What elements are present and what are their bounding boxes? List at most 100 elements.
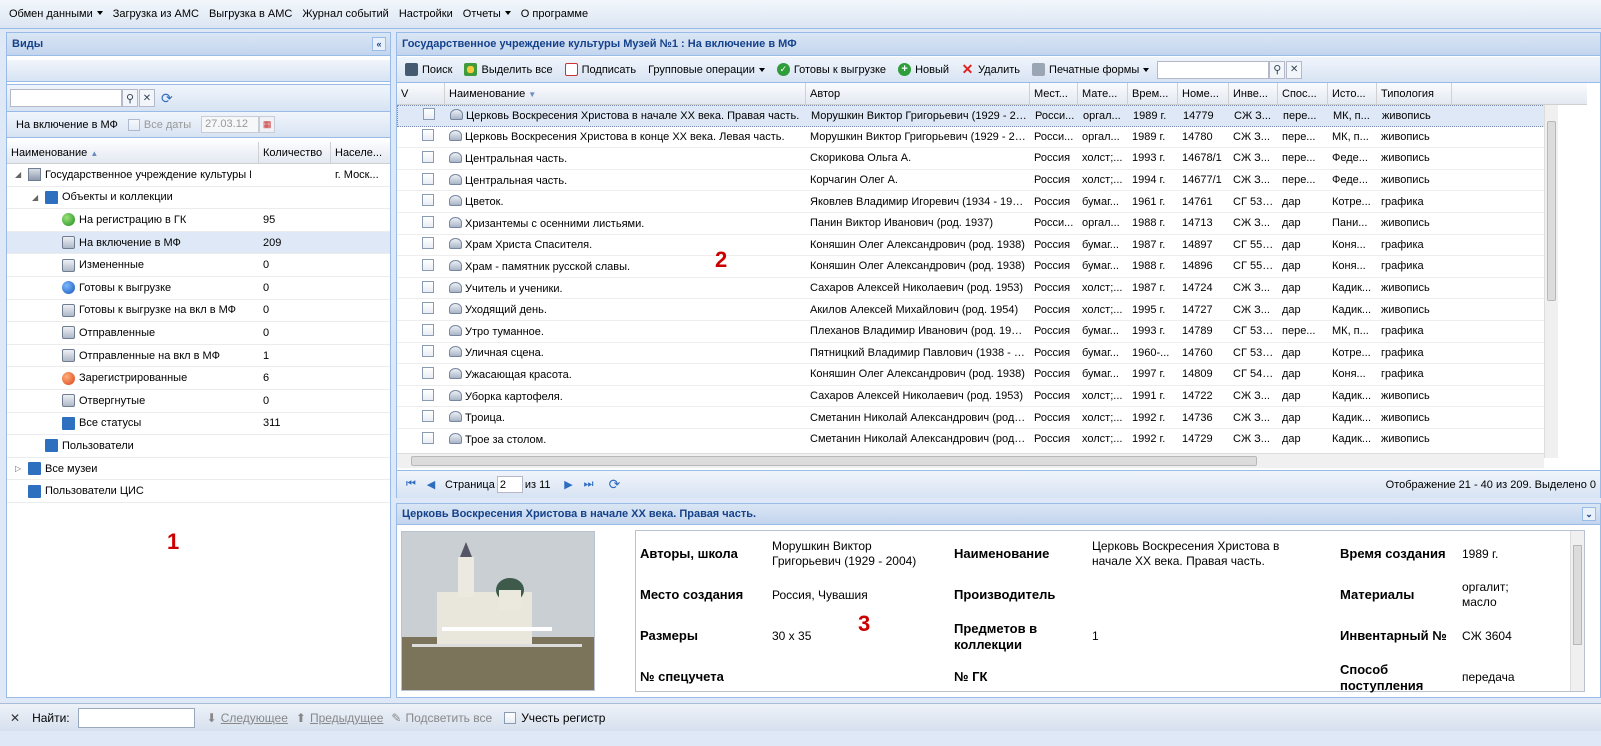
findbar-next-button[interactable]: Следующее <box>221 711 288 725</box>
main-vscroll-thumb[interactable] <box>1547 121 1556 301</box>
tree-node[interactable]: На включение в МФ 209 <box>7 231 390 255</box>
table-row[interactable]: Храм - памятник русской славы. Коняшин Ол… <box>397 256 1545 278</box>
row-checkbox[interactable] <box>422 280 434 293</box>
findbar-highlight-button[interactable]: Подсветить все <box>405 711 492 725</box>
last-page-icon[interactable]: ⏭ <box>581 477 597 493</box>
collapse-left-icon[interactable]: « <box>372 37 386 51</box>
table-row[interactable]: Центральная часть. Корчагин Олег А. Россия… <box>397 170 1545 192</box>
menu-load-ams[interactable]: Загрузка из АМС <box>108 0 204 29</box>
row-checkbox[interactable] <box>422 237 434 250</box>
main-vertical-scrollbar[interactable] <box>1544 105 1558 458</box>
menu-upload-ams[interactable]: Выгрузка в АМС <box>204 0 297 29</box>
artwork-thumbnail[interactable] <box>401 531 595 691</box>
table-row[interactable]: Хризантемы с осенними листьями. Панин Вик… <box>397 213 1545 235</box>
search-icon[interactable]: ⚲ <box>122 89 138 107</box>
table-row[interactable]: Храм Христа Спасителя. Коняшин Олег Алекс… <box>397 235 1545 257</box>
row-checkbox[interactable] <box>422 431 434 444</box>
first-page-icon[interactable]: ⏮ <box>403 477 419 493</box>
row-checkbox[interactable] <box>422 388 434 401</box>
row-checkbox[interactable] <box>422 302 434 315</box>
table-row[interactable]: Уборка картофеля. Сахаров Алексей Николае… <box>397 386 1545 408</box>
collapse-detail-icon[interactable]: ⌄ <box>1582 507 1596 521</box>
main-hscroll-thumb[interactable] <box>411 456 1257 466</box>
column-header[interactable]: Врем... <box>1128 83 1178 104</box>
row-checkbox[interactable] <box>422 129 434 142</box>
menu-settings[interactable]: Настройки <box>394 0 458 29</box>
column-header[interactable]: Исто... <box>1328 83 1377 104</box>
toolbar-new-button[interactable]: + Новый <box>892 58 955 82</box>
column-header[interactable]: Автор <box>806 83 1030 104</box>
row-checkbox[interactable] <box>422 323 434 336</box>
tree-node[interactable]: ◢ Объекты и коллекции <box>7 187 390 210</box>
column-header[interactable]: Типология <box>1377 83 1452 104</box>
paging-refresh-icon[interactable]: ⟳ <box>607 476 623 493</box>
left-search-input[interactable] <box>10 89 122 107</box>
column-header[interactable]: Мест... <box>1030 83 1078 104</box>
tree-node[interactable]: Отправленные на вкл в МФ 1 <box>7 345 390 368</box>
menu-about[interactable]: О программе <box>516 0 593 29</box>
toolbar-group-ops-button[interactable]: Групповые операции <box>642 58 771 82</box>
main-clear-icon[interactable]: ✕ <box>1286 60 1303 79</box>
row-checkbox[interactable] <box>422 172 434 185</box>
row-checkbox[interactable] <box>422 366 434 379</box>
table-row[interactable]: Ужасающая красота. Коняшин Олег Александр… <box>397 364 1545 386</box>
tree-node[interactable]: На регистрацию в ГК 95 <box>7 209 390 232</box>
column-header[interactable]: Наименование ▼ <box>445 83 806 104</box>
detail-scroll-thumb[interactable] <box>1573 545 1582 645</box>
row-checkbox[interactable] <box>422 345 434 358</box>
findbar-case-checkbox[interactable] <box>504 711 517 724</box>
toolbar-delete-button[interactable]: ✕ Удалить <box>955 58 1026 82</box>
tree-node[interactable]: Все статусы 311 <box>7 413 390 436</box>
row-checkbox[interactable] <box>422 258 434 271</box>
tree-node[interactable]: ◢ Государственное учреждение культуры Му г… <box>7 164 390 187</box>
refresh-icon[interactable]: ⟳ <box>161 90 173 107</box>
tree-node[interactable]: Измененные 0 <box>7 254 390 277</box>
row-checkbox[interactable] <box>422 194 434 207</box>
toolbar-print-button[interactable]: Печатные формы <box>1026 58 1155 82</box>
findbar-prev-button[interactable]: Предыдущее <box>310 711 383 725</box>
menu-reports[interactable]: Отчеты <box>458 0 516 29</box>
column-header[interactable]: Инве... <box>1229 83 1278 104</box>
column-header[interactable]: Мате... <box>1078 83 1128 104</box>
prev-page-icon[interactable]: ◀ <box>423 477 439 493</box>
findbar-close-icon[interactable]: ✕ <box>10 711 20 725</box>
detail-scrollbar[interactable] <box>1570 531 1584 691</box>
clear-icon[interactable]: ✕ <box>139 89 155 107</box>
table-row[interactable]: Учитель и ученики. Сахаров Алексей Никола… <box>397 278 1545 300</box>
row-checkbox[interactable] <box>422 150 434 163</box>
table-row[interactable]: Уходящий день. Акилов Алексей Михайлович … <box>397 299 1545 321</box>
table-row[interactable]: Центральная часть. Скорикова Ольга А. Росс… <box>397 148 1545 170</box>
tree-node[interactable]: Пользователи ЦИС <box>7 480 390 503</box>
menu-event-log[interactable]: Журнал событий <box>297 0 393 29</box>
col-name[interactable]: Наименование ▲ <box>7 142 259 163</box>
calendar-icon[interactable]: ▦ <box>259 116 276 133</box>
date-field[interactable]: 27.03.12 <box>201 116 260 133</box>
toolbar-ready-button[interactable]: ✓ Готовы к выгрузке <box>771 58 892 82</box>
toolbar-search-button[interactable]: Поиск <box>399 58 458 82</box>
collapsed-arrow-icon[interactable]: ▷ <box>15 464 25 473</box>
expanded-arrow-icon[interactable]: ◢ <box>32 193 42 202</box>
col-city[interactable]: Населе... <box>331 142 390 163</box>
tree-node[interactable]: ▷ Все музеи <box>7 458 390 481</box>
tree-node[interactable]: Пользователи <box>7 435 390 458</box>
main-search-input[interactable] <box>1157 60 1270 79</box>
tree-node[interactable]: Готовы к выгрузке 0 <box>7 277 390 300</box>
table-row[interactable]: Церковь Воскресения Христова в начале XX… <box>397 105 1545 127</box>
tree-node[interactable]: Готовы к выгрузке на вкл в МФ 0 <box>7 300 390 323</box>
table-row[interactable]: Троица. Сметанин Николай Александрович (р… <box>397 407 1545 429</box>
table-row[interactable]: Трое за столом. Сметанин Николай Александ… <box>397 429 1545 450</box>
table-row[interactable]: Церковь Воскресения Христова в конце XX … <box>397 127 1545 149</box>
table-row[interactable]: Утро туманное. Плеханов Владимир Иванович… <box>397 321 1545 343</box>
findbar-input[interactable] <box>77 707 195 728</box>
table-row[interactable]: Цветок. Яковлев Владимир Игоревич (1934 -… <box>397 191 1545 213</box>
row-checkbox[interactable] <box>422 410 434 423</box>
expanded-arrow-icon[interactable]: ◢ <box>15 170 25 179</box>
menu-exchange[interactable]: Обмен данными <box>4 0 108 29</box>
main-horizontal-scrollbar[interactable] <box>397 453 1544 468</box>
page-number-input[interactable] <box>496 476 523 493</box>
row-checkbox[interactable] <box>423 108 435 121</box>
all-dates-checkbox[interactable] <box>127 118 140 131</box>
column-header[interactable]: V <box>397 83 445 104</box>
column-header[interactable]: Спос... <box>1278 83 1328 104</box>
toolbar-select-all-button[interactable]: Выделить все <box>458 58 558 82</box>
